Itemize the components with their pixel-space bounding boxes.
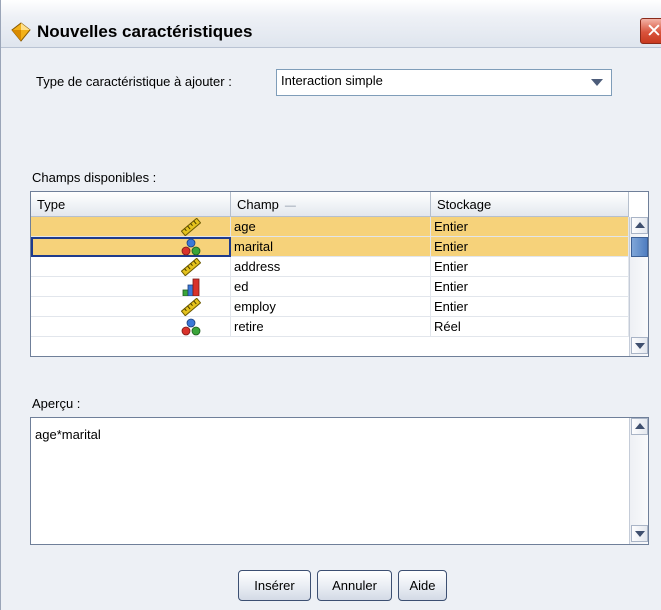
dialog-title: Nouvelles caractéristiques <box>37 22 253 41</box>
preview-expression: age*marital <box>35 427 101 442</box>
title-bar[interactable]: Nouvelles caractéristiques ✕ <box>1 0 661 48</box>
champ-cell: ed <box>231 277 431 297</box>
scroll-down-button[interactable] <box>631 337 648 354</box>
cancel-button[interactable]: Annuler <box>317 570 392 601</box>
scroll-down-button[interactable] <box>631 525 648 542</box>
scroll-up-button[interactable] <box>631 217 648 234</box>
column-header-type-label: Type <box>37 197 66 212</box>
arrow-down-icon <box>635 343 645 349</box>
stockage-cell: Réel <box>431 317 629 337</box>
ruler-icon <box>181 218 201 236</box>
table-row[interactable]: address Entier <box>31 257 629 277</box>
column-header-stockage-label: Stockage <box>437 197 492 212</box>
help-button[interactable]: Aide <box>398 570 447 601</box>
stockage-cell: Entier <box>431 217 629 237</box>
scroll-thumb[interactable] <box>631 237 648 257</box>
stockage-cell: Entier <box>431 297 629 317</box>
scroll-up-button[interactable] <box>631 418 648 435</box>
table-row[interactable]: employ Entier <box>31 297 629 317</box>
sort-indicator-icon: — <box>284 200 296 212</box>
preview-scrollbar[interactable] <box>629 418 648 544</box>
table-row[interactable]: age Entier <box>31 217 629 237</box>
type-cell <box>31 257 231 277</box>
close-icon: ✕ <box>646 21 661 42</box>
available-fields-label: Champs disponibles : <box>32 170 157 185</box>
champ-cell: retire <box>231 317 431 337</box>
column-header-champ-label: Champ <box>237 197 279 212</box>
nominal-set-icon <box>181 318 201 336</box>
champ-cell: address <box>231 257 431 277</box>
table-row[interactable]: marital Entier <box>31 237 629 257</box>
champ-cell: marital <box>231 237 431 257</box>
table-header: Type Champ — Stockage <box>31 192 629 217</box>
stockage-cell: Entier <box>431 237 629 257</box>
column-header-champ[interactable]: Champ — <box>231 192 431 217</box>
arrow-up-icon <box>635 222 645 228</box>
type-cell <box>31 277 231 297</box>
insert-button[interactable]: Insérer <box>238 570 311 601</box>
app-diamond-icon <box>11 22 31 42</box>
nominal-set-icon <box>181 238 201 256</box>
chevron-down-icon[interactable] <box>591 79 603 86</box>
dialog-window: Nouvelles caractéristiques ✕ Type de car… <box>0 0 661 610</box>
column-header-stockage[interactable]: Stockage <box>431 192 629 217</box>
feature-type-select[interactable]: Interaction simple <box>276 69 612 96</box>
champ-cell: age <box>231 217 431 237</box>
ordinal-bars-icon <box>182 278 200 296</box>
type-cell <box>31 217 231 237</box>
champ-cell: employ <box>231 297 431 317</box>
column-header-type[interactable]: Type <box>31 192 231 217</box>
fields-scrollbar[interactable] <box>629 217 648 356</box>
feature-type-value: Interaction simple <box>281 73 383 88</box>
arrow-up-icon <box>635 423 645 429</box>
close-button[interactable]: ✕ <box>640 18 661 44</box>
ruler-icon <box>181 298 201 316</box>
preview-textarea[interactable]: age*marital <box>30 417 649 545</box>
ruler-icon <box>181 258 201 276</box>
feature-type-label: Type de caractéristique à ajouter : <box>36 74 232 89</box>
arrow-down-icon <box>635 531 645 537</box>
stockage-cell: Entier <box>431 257 629 277</box>
preview-label: Aperçu : <box>32 396 81 411</box>
table-row[interactable]: retire Réel <box>31 317 629 337</box>
stockage-cell: Entier <box>431 277 629 297</box>
type-cell <box>31 237 231 257</box>
type-cell <box>31 317 231 337</box>
type-cell <box>31 297 231 317</box>
table-row[interactable]: ed Entier <box>31 277 629 297</box>
fields-table[interactable]: Type Champ — Stockage age Entier marital… <box>30 191 649 357</box>
